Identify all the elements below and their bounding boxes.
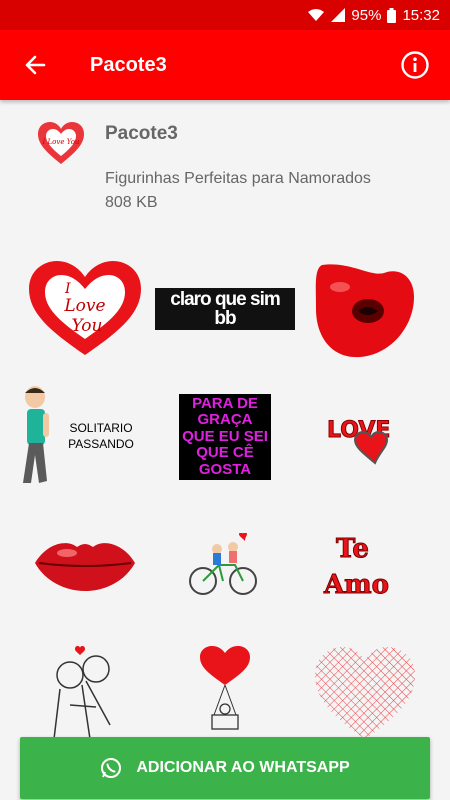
sticker-claro-que-sim[interactable]: claro que sim bb — [155, 245, 295, 373]
sticker-1-text-you: You — [72, 316, 103, 336]
sticker-2-text: claro que sim bb — [155, 288, 295, 330]
wifi-icon — [308, 9, 325, 21]
sticker-couple-bicycle[interactable] — [155, 501, 295, 629]
sticker-i-love-you-heart[interactable]: I Love You — [15, 245, 155, 373]
add-to-whatsapp-button[interactable]: ADICIONAR AO WHATSAPP — [20, 737, 430, 799]
sticker-te-amo[interactable]: Te Amo — [295, 501, 435, 629]
battery-icon — [387, 7, 397, 23]
sticker-4-text: SOLITARIO PASSANDO — [68, 421, 134, 451]
app-bar: Pacote3 — [0, 30, 450, 100]
sticker-1-text-love: Love — [63, 296, 105, 316]
sticker-5-text: PARA DE GRAÇA QUE EU SEI QUE CÊ GOSTA — [179, 393, 271, 481]
status-bar: 95% 15:32 — [0, 0, 450, 30]
pack-name: Pacote3 — [105, 123, 178, 144]
signal-icon — [331, 8, 346, 22]
info-button[interactable] — [380, 30, 450, 100]
sticker-kiss-lips[interactable] — [295, 245, 435, 373]
back-button[interactable] — [0, 30, 70, 100]
sticker-love-3d[interactable]: LOVE — [295, 373, 435, 501]
back-arrow-icon — [25, 55, 46, 75]
add-button-label: ADICIONAR AO WHATSAPP — [136, 759, 350, 776]
pack-header: I Love You Pacote3 Figurinhas Perfeitas … — [0, 100, 450, 230]
sticker-red-lips[interactable] — [15, 501, 155, 629]
pack-size: 808 KB — [105, 194, 158, 211]
sticker-grid: I Love You claro que sim bb SOLITARIO PA… — [15, 245, 435, 757]
pack-tray-icon: I Love You — [36, 120, 86, 166]
sticker-1-text-i: I — [64, 281, 71, 297]
sticker-solitario-passando[interactable]: SOLITARIO PASSANDO — [15, 373, 155, 501]
sticker-para-de-graca[interactable]: PARA DE GRAÇA QUE EU SEI QUE CÊ GOSTA — [155, 373, 295, 501]
battery-percent: 95% — [351, 6, 382, 24]
info-icon — [401, 51, 429, 79]
whatsapp-icon — [101, 758, 122, 778]
sticker-8-text-amo: Amo — [323, 570, 389, 600]
pack-subtitle: Figurinhas Perfeitas para Namorados — [105, 170, 371, 187]
pack-icon-text: I Love You — [42, 138, 80, 146]
sticker-8-text-te: Te — [336, 534, 369, 564]
app-bar-title: Pacote3 — [90, 53, 167, 76]
clock: 15:32 — [402, 6, 440, 24]
